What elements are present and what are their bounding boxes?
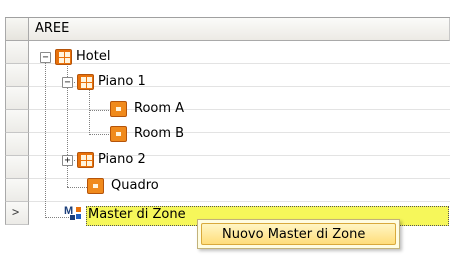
collapse-toggle-piano-1[interactable]: − bbox=[62, 77, 73, 88]
current-row-arrow: > bbox=[12, 205, 20, 219]
row-indicator[interactable] bbox=[5, 64, 29, 87]
header-row-indicator bbox=[5, 18, 29, 41]
column-header-aree[interactable]: AREE bbox=[29, 18, 450, 41]
tree-node-room-a[interactable]: Room A bbox=[134, 101, 184, 116]
menu-item-nuovo-master-di-zone[interactable]: Nuovo Master di Zone bbox=[201, 223, 396, 245]
collapse-toggle-hotel[interactable]: − bbox=[40, 52, 51, 63]
tree-node-piano-1[interactable]: Piano 1 bbox=[98, 74, 146, 89]
menu-item-label: Nuovo Master di Zone bbox=[222, 227, 366, 242]
tree-connector bbox=[89, 110, 109, 111]
tree-connector bbox=[89, 134, 109, 135]
tree-node-master-di-zone[interactable]: Master di Zone bbox=[88, 207, 186, 222]
tree-connector bbox=[45, 58, 46, 218]
tree-connector bbox=[89, 89, 90, 135]
expand-toggle-piano-2[interactable]: + bbox=[62, 155, 73, 166]
row-indicator[interactable] bbox=[5, 87, 29, 110]
row-indicator-current[interactable]: > bbox=[5, 202, 29, 225]
row-indicator[interactable] bbox=[5, 133, 29, 156]
grid-icon bbox=[77, 152, 94, 168]
grid-icon bbox=[55, 49, 72, 65]
room-icon bbox=[87, 178, 104, 194]
row-indicator[interactable] bbox=[5, 110, 29, 133]
row-indicator[interactable] bbox=[5, 156, 29, 179]
tree-connector bbox=[67, 187, 87, 188]
grid-icon bbox=[77, 74, 94, 90]
row-indicator[interactable] bbox=[5, 41, 29, 64]
column-header-label: AREE bbox=[35, 21, 70, 36]
row-separator bbox=[29, 132, 450, 133]
tree-node-room-b[interactable]: Room B bbox=[134, 126, 184, 141]
room-icon bbox=[110, 126, 127, 142]
tree-node-piano-2[interactable]: Piano 2 bbox=[98, 152, 146, 167]
tree-node-hotel[interactable]: Hotel bbox=[76, 49, 110, 64]
master-icon: M bbox=[64, 205, 84, 221]
tree-node-quadro[interactable]: Quadro bbox=[111, 178, 159, 193]
context-menu: Nuovo Master di Zone bbox=[197, 219, 400, 249]
row-separator bbox=[29, 201, 450, 202]
row-indicator[interactable] bbox=[5, 179, 29, 202]
room-icon bbox=[110, 101, 127, 117]
